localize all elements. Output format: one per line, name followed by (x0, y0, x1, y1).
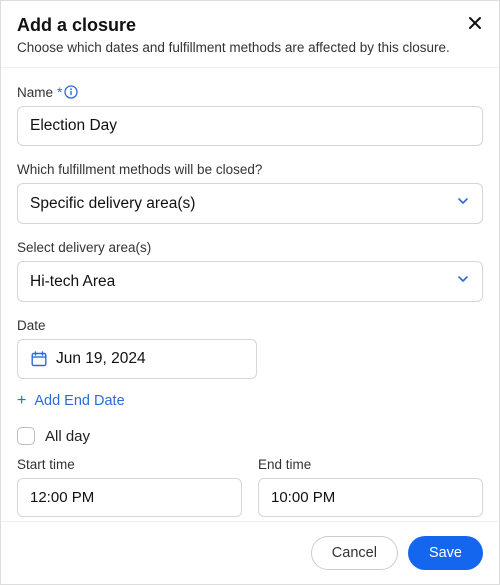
date-value: Jun 19, 2024 (56, 350, 146, 368)
end-time-input[interactable] (258, 478, 483, 517)
start-time-input[interactable] (17, 478, 242, 517)
save-button[interactable]: Save (408, 536, 483, 570)
fulfillment-selected: Specific delivery area(s) (30, 195, 195, 213)
date-input[interactable]: Jun 19, 2024 (17, 339, 257, 379)
calendar-icon (30, 350, 48, 368)
modal-subtitle: Choose which dates and fulfillment metho… (17, 40, 483, 55)
modal-header: Add a closure Choose which dates and ful… (1, 1, 499, 68)
info-icon[interactable] (64, 85, 78, 99)
modal-body: Name * Which fulfillment methods will be… (1, 68, 499, 521)
delivery-area-field: Select delivery area(s) Hi-tech Area (17, 240, 483, 302)
delivery-area-label: Select delivery area(s) (17, 240, 483, 255)
end-time-label: End time (258, 457, 483, 472)
chevron-down-icon (456, 272, 470, 291)
modal-footer: Cancel Save (1, 521, 499, 584)
chevron-down-icon (456, 194, 470, 213)
time-row: Start time End time (17, 457, 483, 517)
fulfillment-select[interactable]: Specific delivery area(s) (17, 183, 483, 224)
date-label: Date (17, 318, 483, 333)
plus-icon: + (17, 393, 26, 409)
fulfillment-field: Which fulfillment methods will be closed… (17, 162, 483, 224)
delivery-area-select[interactable]: Hi-tech Area (17, 261, 483, 302)
add-closure-modal: Add a closure Choose which dates and ful… (0, 0, 500, 585)
add-end-date-label: Add End Date (34, 393, 124, 409)
add-end-date-button[interactable]: + Add End Date (17, 389, 125, 413)
name-label: Name (17, 85, 53, 100)
modal-title: Add a closure (17, 15, 483, 36)
all-day-label: All day (45, 428, 90, 445)
delivery-area-selected: Hi-tech Area (30, 273, 115, 291)
end-time-field: End time (258, 457, 483, 517)
name-field: Name * (17, 84, 483, 146)
start-time-label: Start time (17, 457, 242, 472)
name-input[interactable] (17, 106, 483, 146)
fulfillment-label: Which fulfillment methods will be closed… (17, 162, 483, 177)
start-time-field: Start time (17, 457, 242, 517)
cancel-button[interactable]: Cancel (311, 536, 398, 570)
close-icon (467, 15, 483, 34)
close-button[interactable] (463, 11, 487, 38)
all-day-row: All day (17, 427, 483, 445)
name-label-row: Name * (17, 84, 483, 100)
all-day-checkbox[interactable] (17, 427, 35, 445)
date-field: Date Jun 19, 2024 (17, 318, 483, 379)
required-asterisk: * (57, 84, 62, 100)
